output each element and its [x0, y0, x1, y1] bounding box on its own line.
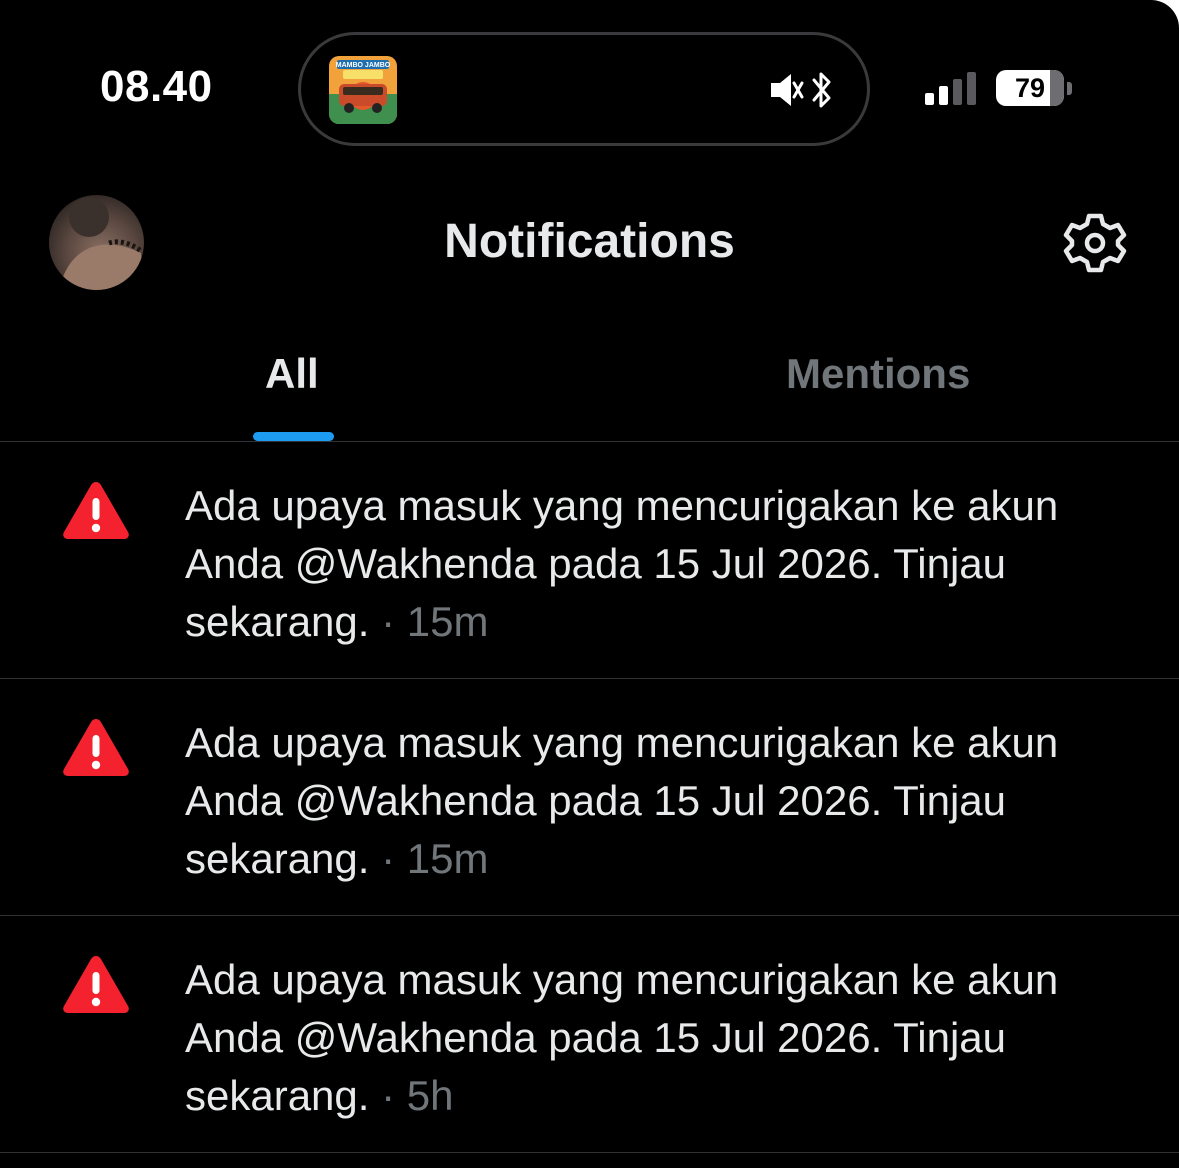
- dynamic-island[interactable]: MAMBO JAMBO: [298, 32, 870, 146]
- tab-mentions[interactable]: Mentions: [786, 350, 970, 398]
- notification-text: Ada upaya masuk yang mencurigakan ke aku…: [185, 951, 1145, 1125]
- notification-divider: [0, 1152, 1179, 1153]
- warning-icon: [63, 719, 129, 776]
- notification-timestamp: 15m: [406, 835, 489, 882]
- battery-percent: 79: [1014, 72, 1046, 103]
- notification-text: Ada upaya masuk yang mencurigakan ke aku…: [185, 477, 1145, 651]
- island-status-icons: [769, 69, 835, 111]
- now-playing-album-art[interactable]: MAMBO JAMBO: [329, 56, 397, 124]
- status-time: 08.40: [100, 62, 213, 111]
- settings-gear-icon[interactable]: [1060, 208, 1130, 278]
- notification-item[interactable]: Ada upaya masuk yang mencurigakan ke aku…: [0, 442, 1179, 678]
- bluetooth-icon: [812, 72, 831, 108]
- album-art-text: MAMBO JAMBO: [336, 62, 391, 69]
- notification-message: Ada upaya masuk yang mencurigakan ke aku…: [185, 956, 1059, 1119]
- notification-separator: ·: [369, 835, 407, 882]
- battery-empty-portion: [1049, 70, 1064, 106]
- warning-icon: [63, 482, 129, 539]
- notification-text: Ada upaya masuk yang mencurigakan ke aku…: [185, 714, 1145, 888]
- notification-separator: ·: [369, 1072, 407, 1119]
- notification-item[interactable]: Ada upaya masuk yang mencurigakan ke aku…: [0, 679, 1179, 915]
- speaker-mute-icon: [771, 74, 804, 106]
- battery-tip: [1067, 82, 1072, 95]
- notification-timestamp: 5h: [406, 1072, 454, 1119]
- warning-icon: [63, 956, 129, 1013]
- active-tab-indicator: [253, 432, 334, 441]
- page-title: Notifications: [444, 215, 735, 268]
- notification-separator: ·: [369, 598, 407, 645]
- battery-icon: 79: [996, 70, 1064, 106]
- notification-message: Ada upaya masuk yang mencurigakan ke aku…: [185, 482, 1059, 645]
- notification-timestamp: 15m: [406, 598, 489, 645]
- tab-all[interactable]: All: [265, 350, 319, 398]
- app-screen: 08.40 MAMBO JAMBO 79 Notifications All M…: [0, 0, 1179, 1168]
- cellular-signal-icon: [925, 72, 976, 105]
- notification-item[interactable]: Ada upaya masuk yang mencurigakan ke aku…: [0, 916, 1179, 1152]
- notification-message: Ada upaya masuk yang mencurigakan ke aku…: [185, 719, 1059, 882]
